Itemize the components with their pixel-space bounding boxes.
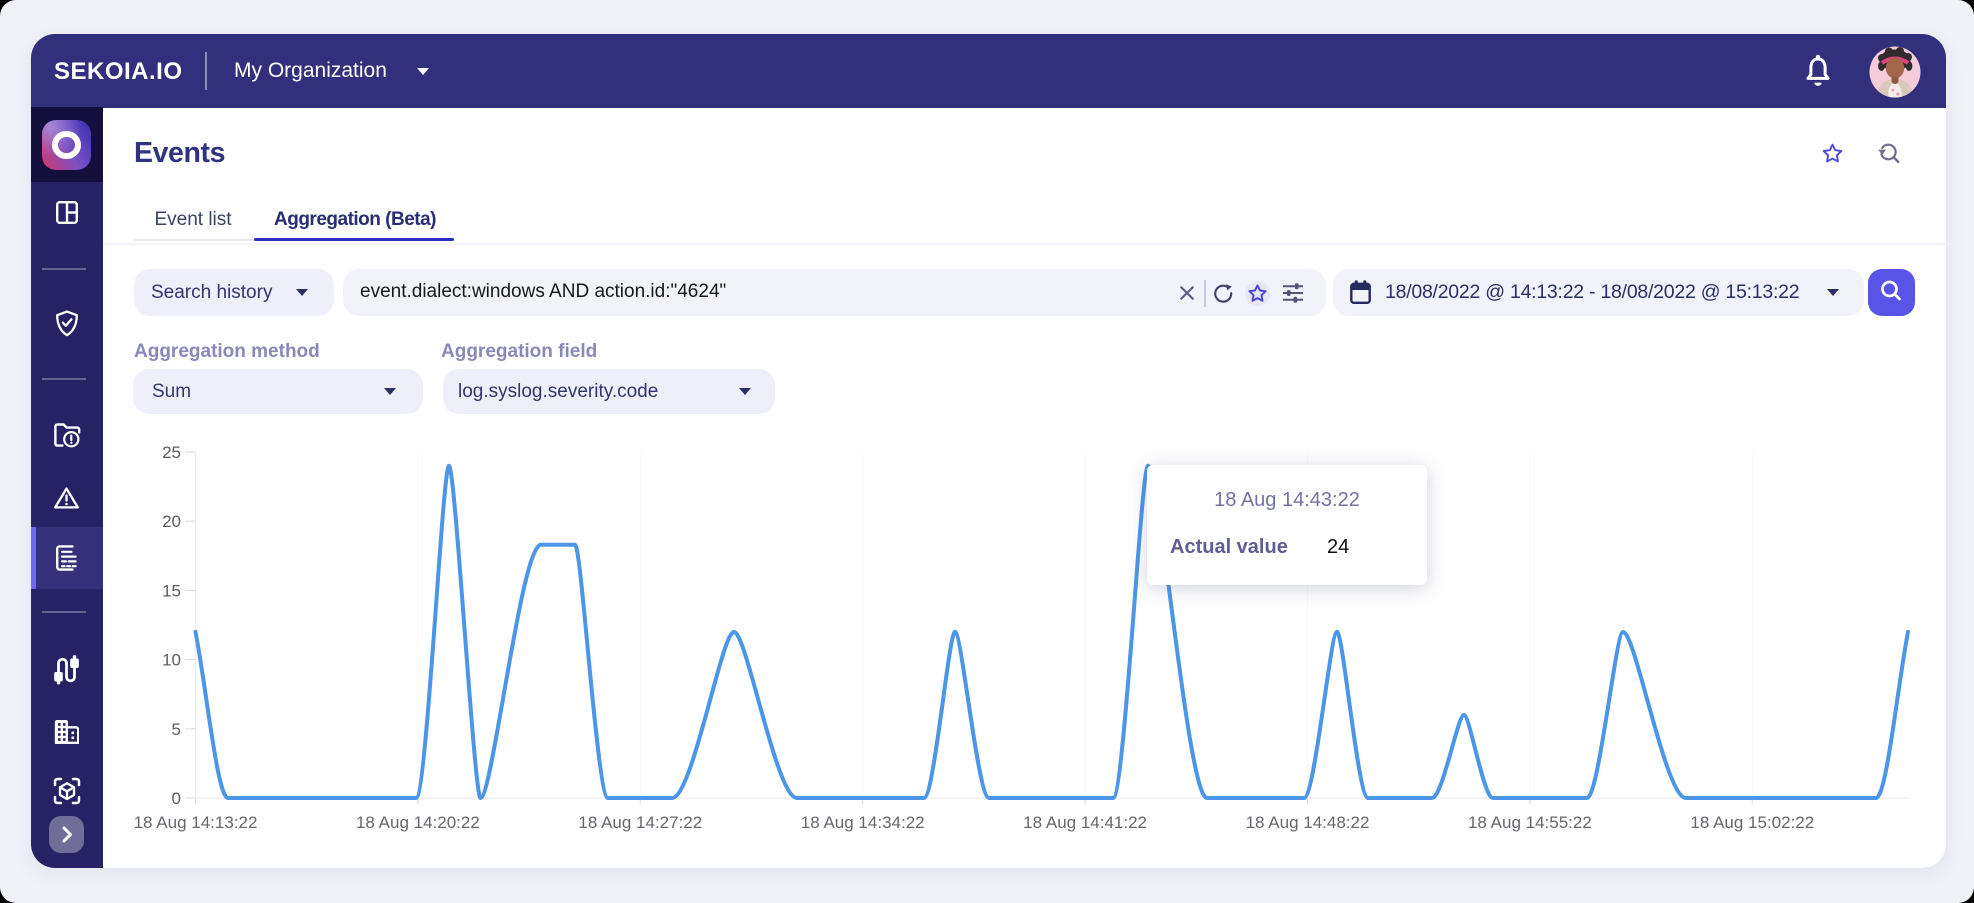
- svg-text:18 Aug 14:55:22: 18 Aug 14:55:22: [1468, 813, 1592, 832]
- svg-text:10: 10: [162, 651, 181, 670]
- svg-text:18 Aug 14:13:22: 18 Aug 14:13:22: [134, 813, 258, 832]
- svg-text:18 Aug 14:41:22: 18 Aug 14:41:22: [1023, 813, 1147, 832]
- svg-text:5: 5: [172, 720, 181, 739]
- svg-text:25: 25: [162, 443, 181, 462]
- svg-text:18 Aug 14:48:22: 18 Aug 14:48:22: [1246, 813, 1370, 832]
- svg-text:18 Aug 14:34:22: 18 Aug 14:34:22: [801, 813, 925, 832]
- svg-text:15: 15: [162, 581, 181, 600]
- svg-text:18 Aug 14:27:22: 18 Aug 14:27:22: [578, 813, 702, 832]
- svg-text:18 Aug 14:20:22: 18 Aug 14:20:22: [356, 813, 480, 832]
- svg-text:20: 20: [162, 512, 181, 531]
- svg-text:0: 0: [172, 789, 181, 808]
- svg-text:18 Aug 15:02:22: 18 Aug 15:02:22: [1690, 813, 1814, 832]
